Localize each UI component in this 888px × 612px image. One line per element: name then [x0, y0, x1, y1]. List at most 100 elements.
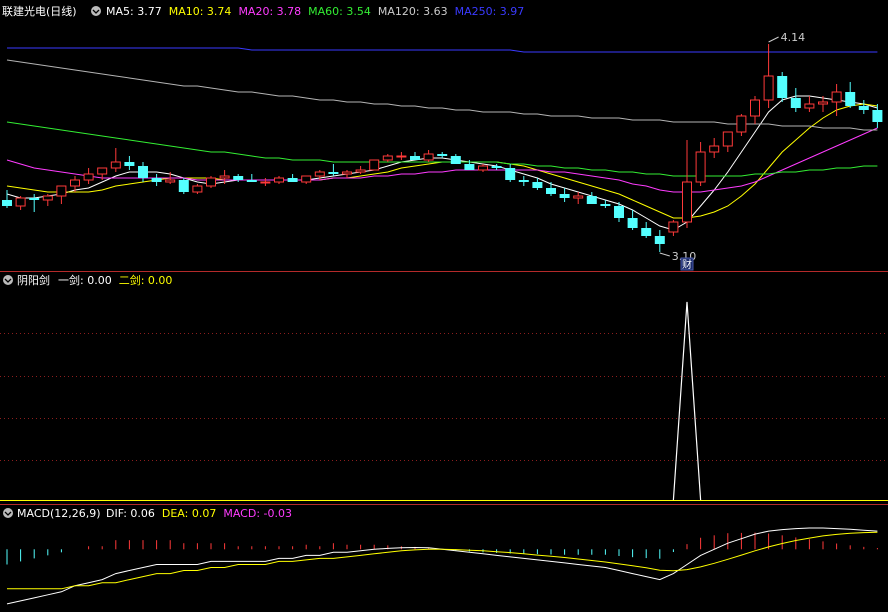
candle-body — [206, 177, 216, 187]
dif-line — [6, 527, 878, 605]
candle-body — [369, 159, 380, 171]
macd-panel-title: MACD(12,26,9) — [17, 507, 101, 520]
candle-body — [314, 171, 325, 177]
candle-body — [573, 195, 584, 199]
candle-body — [15, 197, 26, 207]
ma-line — [6, 95, 878, 231]
candlestick-series — [2, 44, 883, 252]
low-marker — [659, 252, 670, 257]
candle-body — [423, 153, 434, 161]
candle-body — [641, 228, 652, 236]
candle-body — [301, 175, 312, 183]
candle-body — [246, 180, 257, 182]
candle-body — [709, 145, 720, 153]
ma-line — [6, 59, 878, 131]
kline-chart-window: 联建光电(日线) MA5: 3.77 MA10: 3.74 MA20: 3.78 MA… — [0, 0, 888, 612]
signal-series — [0, 301, 888, 501]
candle-body — [722, 131, 733, 147]
candle-body — [546, 188, 556, 194]
candle-body — [410, 156, 420, 160]
candle-body — [763, 75, 774, 101]
ma-line — [6, 121, 878, 177]
candle-body — [219, 175, 230, 179]
candle-body — [192, 185, 203, 193]
candle-body — [518, 180, 529, 182]
candle-body — [396, 155, 407, 158]
candle-body — [736, 115, 747, 133]
candle-body — [695, 151, 706, 183]
indicator-label: MACD: -0.03 — [223, 507, 292, 520]
candle-body — [287, 178, 298, 182]
main-panel-header: 联建光电(日线) MA5: 3.77 MA10: 3.74 MA20: 3.78 MA… — [2, 4, 524, 18]
indicator-label: MA60: 3.54 — [308, 5, 371, 18]
candle-body — [627, 218, 638, 228]
candle-body — [532, 182, 543, 188]
candle-body — [668, 221, 679, 233]
signal-panel-header: 阴阳剑 一剑: 0.00 二剑: 0.00 — [3, 273, 172, 287]
settings-icon[interactable] — [3, 275, 13, 285]
candle-body — [274, 177, 284, 183]
main-panel-title: 联建光电(日线) — [2, 4, 77, 18]
candle-body — [355, 169, 366, 173]
candle-body — [342, 171, 352, 175]
candle-body — [83, 173, 94, 181]
candle-body — [328, 172, 339, 174]
candle-body — [559, 194, 570, 198]
candle-body — [56, 185, 67, 197]
candle-body — [138, 166, 148, 178]
candle-body — [858, 106, 869, 110]
candle-body — [831, 91, 842, 103]
candle-body — [614, 206, 624, 218]
grid-lines — [0, 333, 888, 461]
jian1-spike — [672, 301, 702, 501]
candle-body — [845, 92, 856, 106]
candle-body — [110, 161, 121, 169]
candle-body — [437, 154, 448, 156]
candle-body — [586, 196, 597, 204]
finance-badge-text: 财 — [682, 258, 692, 271]
indicator-label: 二剑: 0.00 — [119, 273, 173, 287]
signal-panel-title: 阴阳剑 — [17, 273, 50, 287]
candle-body — [178, 180, 189, 192]
candle-body — [382, 155, 393, 161]
candle-body — [450, 156, 461, 164]
dea-line — [7, 531, 878, 590]
high-price-label: 4.14 — [781, 31, 806, 44]
ma-line — [7, 47, 878, 53]
candle-body — [2, 200, 12, 206]
candle-body — [97, 167, 108, 175]
chart-canvas: 联建光电(日线) MA5: 3.77 MA10: 3.74 MA20: 3.78 MA… — [0, 4, 888, 605]
candle-body — [750, 99, 760, 117]
candle-body — [260, 181, 271, 184]
candle-body — [600, 204, 611, 206]
candle-body — [165, 179, 176, 183]
moving-average-lines — [6, 47, 878, 231]
candle-body — [804, 103, 815, 109]
candle-body — [29, 198, 40, 200]
candle-body — [70, 179, 80, 187]
candle-body — [777, 76, 788, 98]
indicator-label: MA250: 3.97 — [455, 5, 525, 18]
candle-body — [151, 178, 162, 182]
candle-body — [790, 98, 801, 108]
candle-body — [233, 176, 244, 180]
candle-body — [682, 181, 692, 223]
settings-icon[interactable] — [3, 508, 13, 518]
candle-body — [818, 101, 828, 105]
candle-body — [124, 162, 135, 166]
indicator-label: MA120: 3.63 — [378, 5, 448, 18]
indicator-label: MA10: 3.74 — [169, 5, 232, 18]
indicator-label: MA5: 3.77 — [106, 5, 162, 18]
high-marker — [768, 36, 779, 43]
candle-body — [505, 168, 516, 180]
candle-body — [654, 236, 665, 244]
candle-body — [478, 165, 488, 171]
indicator-label: MA20: 3.78 — [238, 5, 301, 18]
indicator-label: DIF: 0.06 — [106, 507, 155, 520]
candle-body — [872, 110, 883, 122]
candle-body — [464, 164, 475, 170]
indicator-label: DEA: 0.07 — [162, 507, 216, 520]
indicator-label: 一剑: 0.00 — [58, 273, 112, 287]
settings-icon[interactable] — [91, 6, 101, 16]
ma-line — [6, 103, 878, 219]
